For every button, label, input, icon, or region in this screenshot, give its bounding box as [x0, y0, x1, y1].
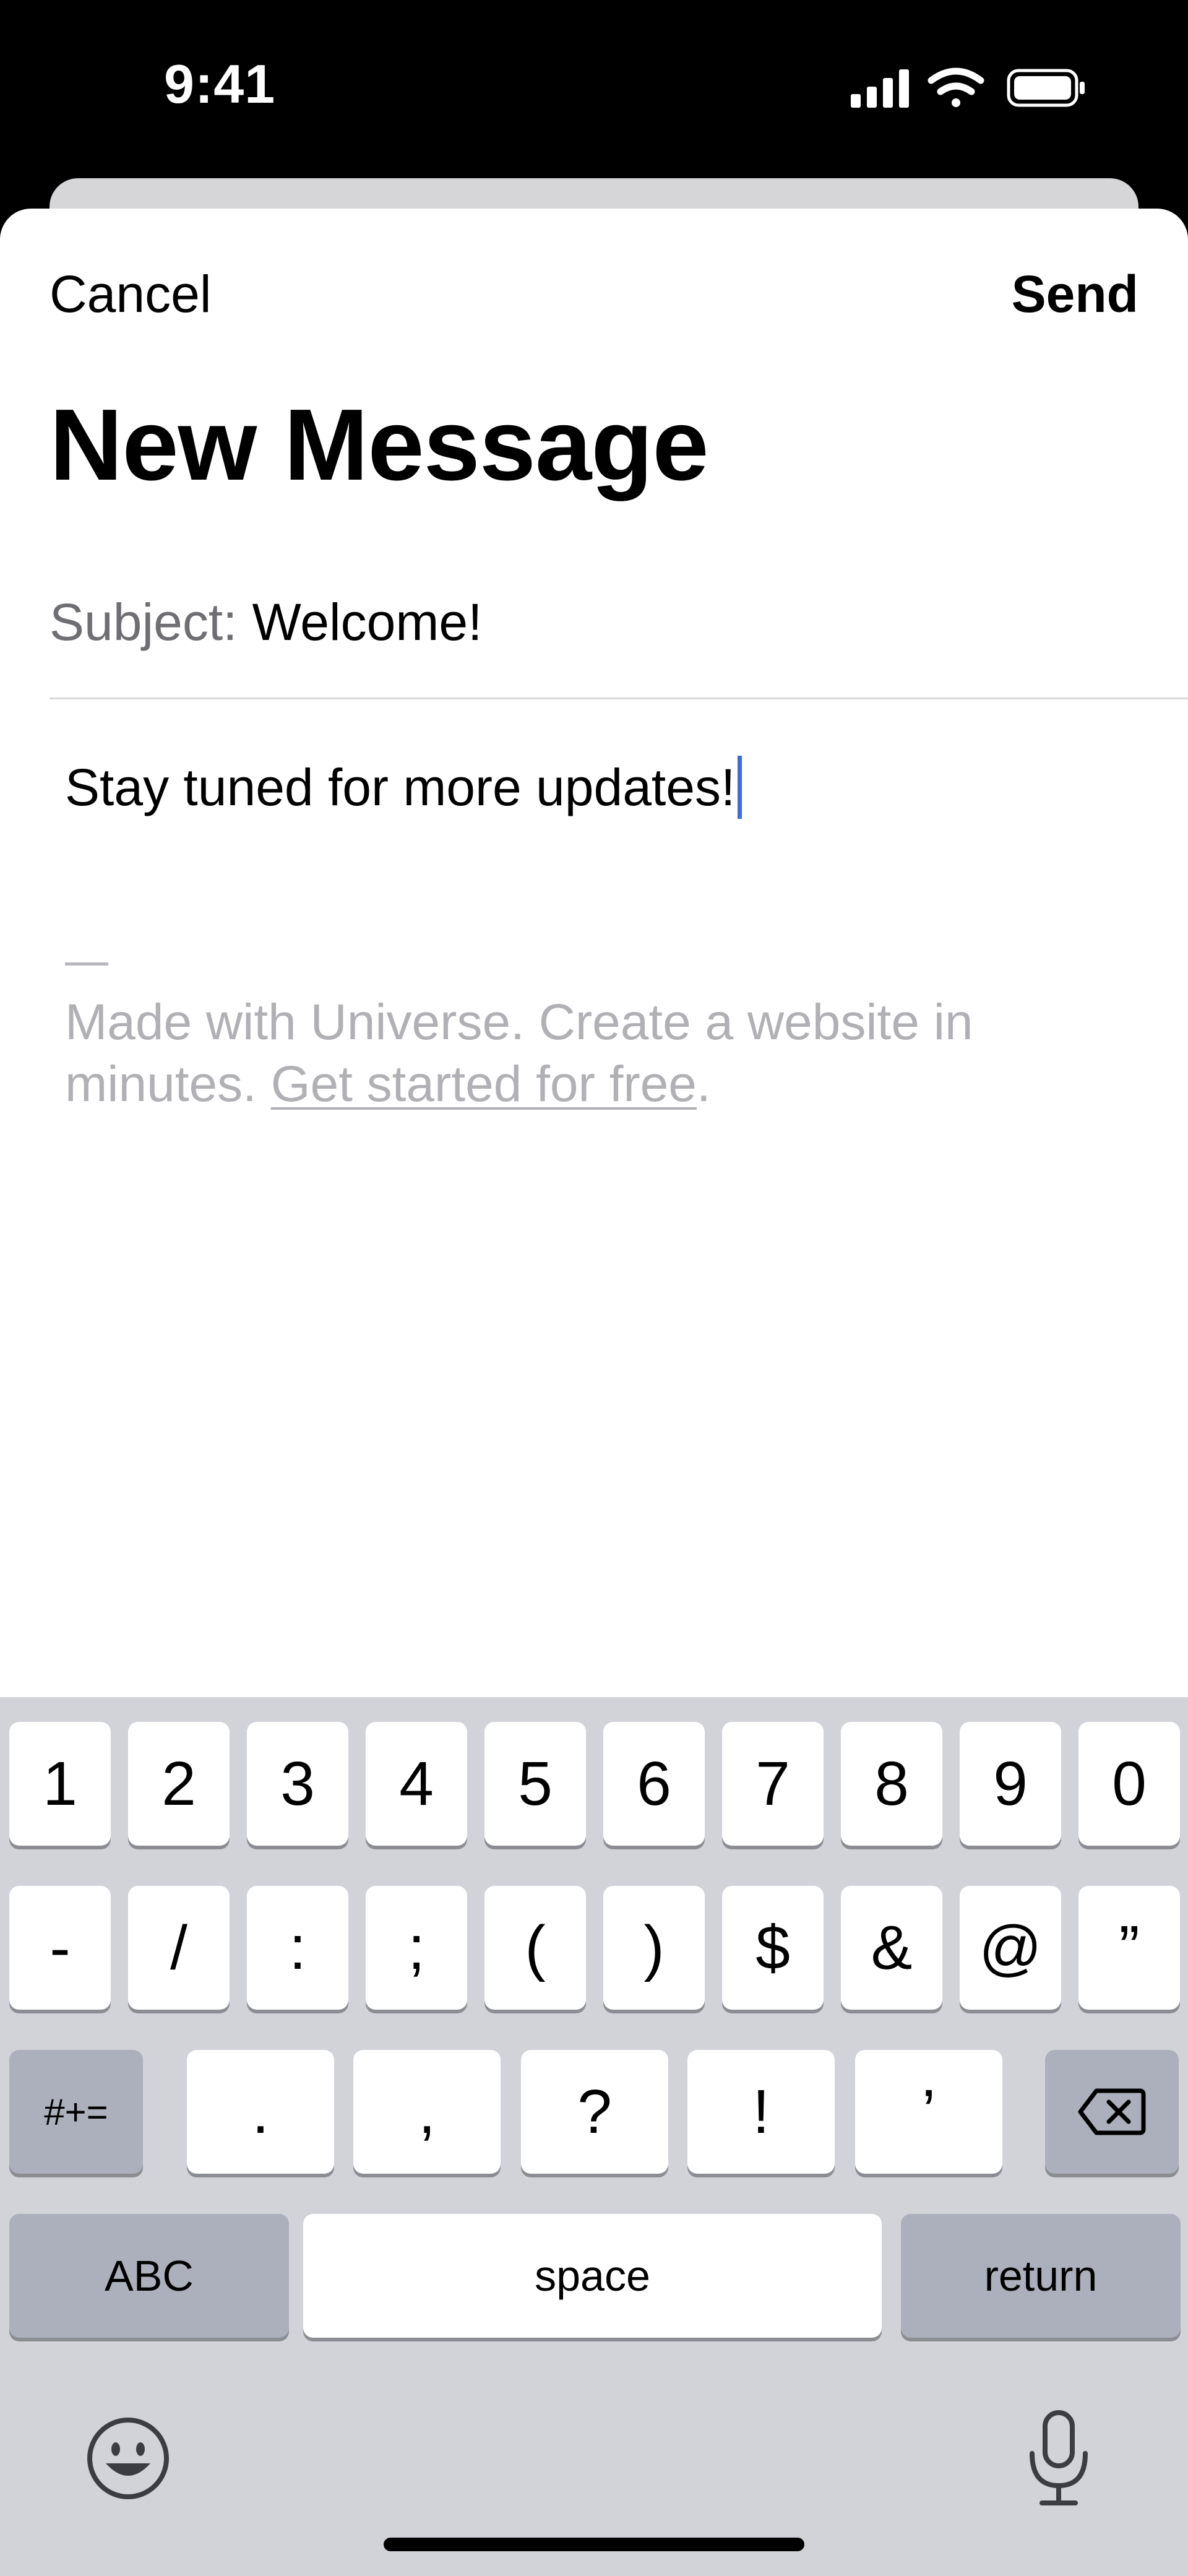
signature: Made with Universe. Create a website in … [65, 992, 1142, 1115]
battery-icon [1007, 69, 1085, 107]
key-colon[interactable]: : [247, 1886, 348, 2010]
key-6[interactable]: 6 [603, 1722, 705, 1846]
symbols-toggle-key[interactable]: #+= [9, 2050, 143, 2174]
keyboard: 1 2 3 4 5 6 7 8 9 0 - / : ; ( ) $ & @ ” … [0, 1697, 1188, 2576]
key-dollar[interactable]: $ [722, 1886, 824, 2010]
key-at[interactable]: @ [960, 1886, 1061, 2010]
text-caret [738, 756, 742, 819]
delete-key[interactable] [1045, 2050, 1179, 2174]
get-started-link[interactable]: Get started for free [271, 1056, 697, 1112]
key-7[interactable]: 7 [722, 1722, 824, 1846]
key-slash[interactable]: / [128, 1886, 230, 2010]
key-question[interactable]: ? [521, 2050, 668, 2174]
space-key[interactable]: space [303, 2214, 882, 2338]
key-comma[interactable]: , [353, 2050, 501, 2174]
key-2[interactable]: 2 [128, 1722, 230, 1846]
microphone-icon[interactable] [1025, 2409, 1093, 2508]
key-semicolon[interactable]: ; [366, 1886, 467, 2010]
key-hyphen[interactable]: - [9, 1886, 111, 2010]
key-8[interactable]: 8 [841, 1722, 942, 1846]
key-open-paren[interactable]: ( [484, 1886, 586, 2010]
subject-label: Subject: [50, 593, 238, 651]
key-9[interactable]: 9 [960, 1722, 1061, 1846]
key-0[interactable]: 0 [1078, 1722, 1180, 1846]
signature-dash [65, 962, 108, 966]
key-apostrophe[interactable]: ’ [855, 2050, 1002, 2174]
key-quote[interactable]: ” [1078, 1886, 1180, 2010]
status-icons [851, 67, 1085, 108]
key-period[interactable]: . [187, 2050, 334, 2174]
signature-end: . [696, 1056, 711, 1112]
abc-key[interactable]: ABC [9, 2214, 289, 2338]
cancel-button[interactable]: Cancel [50, 264, 211, 324]
page-title: New Message [50, 388, 709, 501]
key-4[interactable]: 4 [366, 1722, 467, 1846]
subject-value[interactable]: Welcome! [252, 592, 483, 652]
send-button[interactable]: Send [1012, 264, 1138, 324]
cellular-signal-icon [851, 69, 909, 108]
emoji-icon[interactable] [85, 2415, 171, 2502]
key-close-paren[interactable]: ) [603, 1886, 705, 2010]
message-body-text[interactable]: Stay tuned for more updates! [65, 758, 735, 818]
key-3[interactable]: 3 [247, 1722, 348, 1846]
delete-backspace-icon [1078, 2088, 1146, 2135]
key-ampersand[interactable]: & [841, 1886, 942, 2010]
wifi-icon [928, 67, 984, 107]
message-body[interactable]: Stay tuned for more updates! [65, 747, 1142, 828]
return-key[interactable]: return [901, 2214, 1181, 2338]
key-1[interactable]: 1 [9, 1722, 111, 1846]
key-5[interactable]: 5 [484, 1722, 586, 1846]
subject-field[interactable]: Subject: Welcome! [50, 592, 1188, 699]
status-time: 9:41 [164, 53, 276, 115]
key-exclamation[interactable]: ! [687, 2050, 835, 2174]
home-indicator [384, 2538, 804, 2551]
status-bar: 9:41 [0, 0, 1188, 179]
